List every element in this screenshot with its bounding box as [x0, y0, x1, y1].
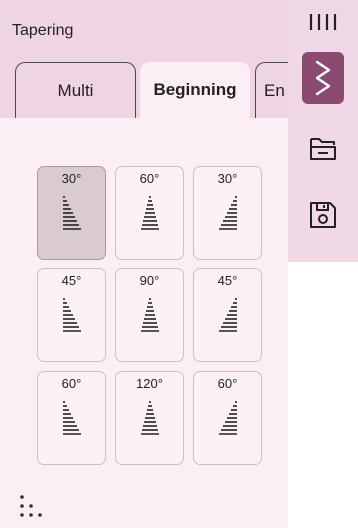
zigzag-stitch-icon: [315, 60, 331, 96]
tapering-panel: Tapering Multi Beginning En 30° 60° 30° …: [0, 0, 295, 528]
save-icon: [310, 202, 336, 228]
taper-center-icon: [141, 401, 159, 435]
open-file-button[interactable]: [303, 128, 343, 168]
taper-angle-label: 45°: [61, 273, 82, 288]
panel-header: Tapering Multi Beginning En: [0, 0, 295, 118]
taper-option-6[interactable]: 45°: [193, 268, 262, 362]
taper-option-5[interactable]: 90°: [115, 268, 184, 362]
taper-option-7[interactable]: 60°: [37, 371, 106, 465]
drag-handle-icon[interactable]: [19, 494, 45, 520]
tab-multi[interactable]: Multi: [15, 62, 136, 118]
tab-beginning[interactable]: Beginning: [140, 62, 250, 118]
taper-option-1[interactable]: 30°: [37, 166, 106, 260]
menu-grip-button[interactable]: [303, 2, 343, 42]
folder-icon: [310, 138, 336, 160]
taper-angle-label: 90°: [139, 273, 160, 288]
side-toolbar: [288, 0, 358, 262]
taper-angle-label: 30°: [61, 171, 82, 186]
taper-option-9[interactable]: 60°: [193, 371, 262, 465]
stitch-button[interactable]: [302, 52, 344, 104]
taper-angle-label: 30°: [217, 171, 238, 186]
taper-angle-label: 60°: [139, 171, 160, 186]
save-button[interactable]: [303, 195, 343, 235]
taper-angle-label: 45°: [217, 273, 238, 288]
taper-center-icon: [141, 196, 159, 230]
grip-lines-icon: [309, 14, 337, 30]
taper-option-8[interactable]: 120°: [115, 371, 184, 465]
taper-angle-label: 60°: [217, 376, 238, 391]
taper-left-icon: [63, 401, 81, 435]
taper-center-icon: [141, 298, 159, 332]
taper-right-icon: [219, 401, 237, 435]
taper-left-icon: [63, 298, 81, 332]
taper-right-icon: [219, 298, 237, 332]
panel-title: Tapering: [12, 22, 74, 39]
taper-option-3[interactable]: 30°: [193, 166, 262, 260]
taper-angle-label: 120°: [136, 376, 163, 391]
taper-left-icon: [63, 196, 81, 230]
taper-option-4[interactable]: 45°: [37, 268, 106, 362]
taper-right-icon: [219, 196, 237, 230]
taper-option-2[interactable]: 60°: [115, 166, 184, 260]
taper-angle-label: 60°: [61, 376, 82, 391]
